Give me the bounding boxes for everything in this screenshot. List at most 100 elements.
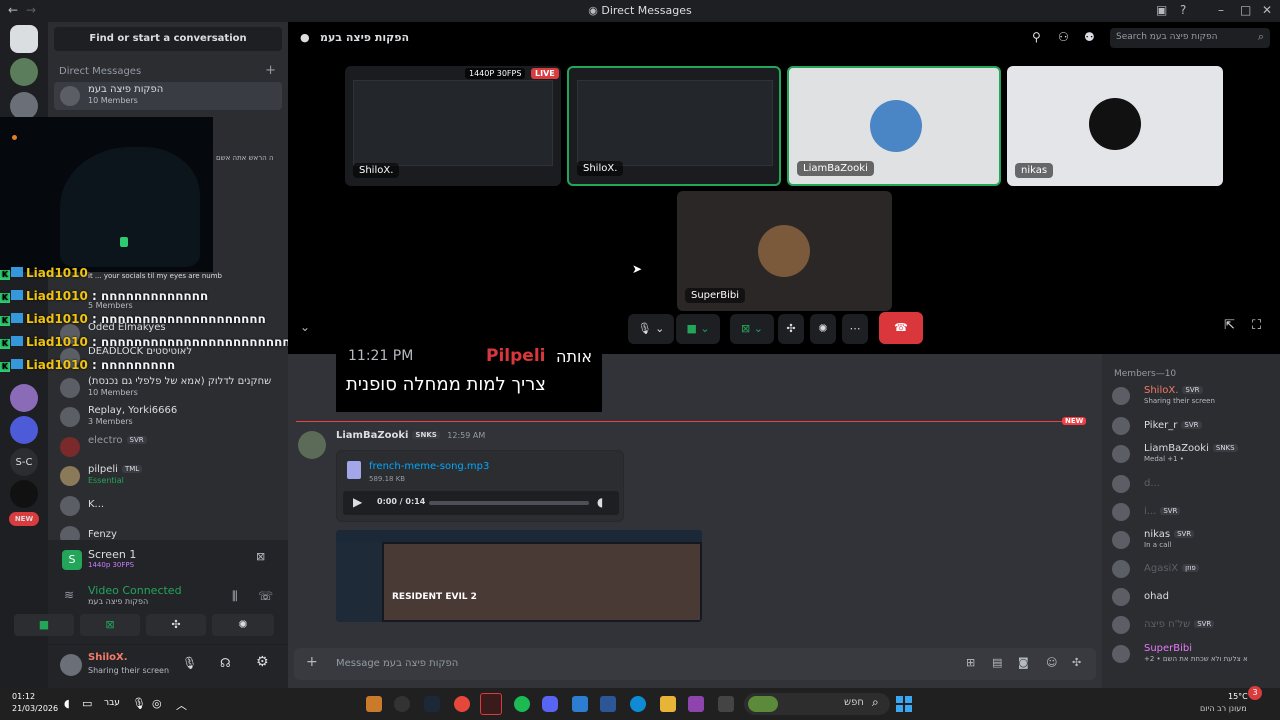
- guild-icon[interactable]: [10, 480, 38, 508]
- sticker-icon[interactable]: ◙: [1018, 656, 1029, 669]
- edge-icon[interactable]: [630, 696, 646, 712]
- clock-date[interactable]: 21/03/2026: [12, 704, 58, 713]
- chrome-icon[interactable]: [454, 696, 470, 712]
- message-author[interactable]: LiamBaZooki: [336, 430, 408, 441]
- member-item[interactable]: LiamBaZooki SNKS Medal +1 •: [1112, 442, 1277, 466]
- find-conversation-button[interactable]: Find or start a conversation: [54, 27, 282, 51]
- emoji-icon[interactable]: ☺: [1046, 656, 1057, 669]
- settings-gear-icon[interactable]: ⚙: [256, 654, 269, 670]
- member-item[interactable]: Piker_r SVR: [1112, 414, 1277, 438]
- user-tile[interactable]: nikas: [1007, 66, 1223, 186]
- play-icon[interactable]: ▶: [353, 495, 362, 509]
- mic-tray-icon[interactable]: 🎙: [132, 697, 146, 710]
- spotify-icon[interactable]: [514, 696, 530, 712]
- pin-icon[interactable]: ⚲: [1032, 30, 1041, 44]
- message-composer[interactable]: + Message הפקות פיצה בעמ ⊞ ▤ ◙ ☺ ✣: [294, 648, 1096, 680]
- guild-icon[interactable]: [10, 384, 38, 412]
- dm-item[interactable]: Fenzy: [54, 522, 282, 540]
- opera-icon[interactable]: [480, 693, 502, 715]
- dm-item[interactable]: Replay, Yorki6666 3 Members: [54, 403, 282, 431]
- guild-icon[interactable]: S-C: [10, 448, 38, 476]
- member-item[interactable]: של'ח פיצה SVR: [1112, 613, 1277, 637]
- embed-image[interactable]: RESIDENT EVIL 2: [336, 530, 702, 622]
- member-list-icon[interactable]: ⚉: [1084, 30, 1095, 44]
- app-icon[interactable]: [394, 696, 410, 712]
- start-icon[interactable]: [896, 696, 912, 712]
- camera-button[interactable]: ■: [14, 614, 74, 636]
- avatar[interactable]: [60, 654, 82, 676]
- dm-item[interactable]: pilpeli TML Essential: [54, 462, 282, 490]
- screenshare-toggle[interactable]: ⊠ ⌄: [730, 314, 774, 344]
- member-item[interactable]: d...: [1112, 472, 1277, 496]
- minimize-icon[interactable]: –: [1218, 3, 1224, 17]
- tray-icon[interactable]: ◎: [152, 697, 162, 710]
- share-screen-button[interactable]: ⊠: [80, 614, 140, 636]
- clock-time[interactable]: 01:12: [12, 692, 35, 701]
- collapse-icon[interactable]: ⌄: [300, 320, 310, 334]
- app-icon[interactable]: [600, 696, 616, 712]
- maximize-icon[interactable]: □: [1240, 3, 1251, 17]
- file-name[interactable]: french-meme-song.mp3: [369, 461, 489, 472]
- soundboard-icon[interactable]: ✺: [810, 314, 836, 344]
- user-tile[interactable]: LiamBaZooki: [787, 66, 1001, 186]
- camera-toggle[interactable]: ■ ⌄: [676, 314, 720, 344]
- stream-tile[interactable]: 1440P 30FPS LIVE ShiloX.: [345, 66, 561, 186]
- app-icon[interactable]: [688, 696, 704, 712]
- inbox-icon[interactable]: ▣: [1156, 3, 1167, 17]
- taskbar-search[interactable]: חפש ⌕: [744, 693, 890, 715]
- file-explorer-icon[interactable]: [660, 696, 676, 712]
- guild-icon[interactable]: [10, 92, 38, 120]
- popout-icon[interactable]: ⇱: [1224, 318, 1235, 333]
- add-friend-icon[interactable]: ⚇: [1058, 30, 1069, 44]
- member-item[interactable]: ohad: [1112, 585, 1277, 609]
- language-indicator[interactable]: עבר: [104, 698, 120, 708]
- network-icon[interactable]: ▭: [82, 697, 92, 710]
- stop-stream-icon[interactable]: ⊠: [256, 550, 265, 563]
- steam-icon[interactable]: [424, 696, 440, 712]
- member-item[interactable]: AgasiX פוזן: [1112, 557, 1277, 581]
- app-icon[interactable]: [718, 696, 734, 712]
- app-icon[interactable]: [366, 696, 382, 712]
- mic-toggle[interactable]: 🎙 ⌄: [628, 314, 674, 344]
- headset-icon[interactable]: ☊: [220, 656, 231, 670]
- member-item[interactable]: ShiloX. SVR Sharing their screen: [1112, 384, 1277, 408]
- volume-tray-icon[interactable]: ◖: [64, 697, 70, 710]
- attach-plus-icon[interactable]: +: [306, 654, 318, 670]
- app-icon[interactable]: [572, 696, 588, 712]
- gift-icon[interactable]: ⊞: [966, 656, 975, 669]
- notification-badge[interactable]: 3: [1248, 686, 1262, 700]
- message-image[interactable]: 11:21 PM Pilpeli אותה צריך למות ממחלה סו…: [336, 346, 602, 412]
- soundboard-button[interactable]: ✺: [212, 614, 274, 636]
- avatar[interactable]: [298, 431, 326, 459]
- guild-icon[interactable]: [10, 58, 38, 86]
- guild-icon[interactable]: [10, 416, 38, 444]
- member-item[interactable]: nikas SVR In a call: [1112, 528, 1277, 552]
- dm-item[interactable]: K...: [54, 492, 282, 520]
- activities-icon[interactable]: ✣: [778, 314, 804, 344]
- activities-button[interactable]: ✣: [146, 614, 206, 636]
- disconnect-icon[interactable]: ☏: [258, 589, 273, 603]
- noise-icon[interactable]: ⫼: [232, 589, 238, 604]
- weather-temp[interactable]: 15°C: [1228, 692, 1248, 701]
- leave-call-button[interactable]: ☎: [879, 312, 923, 344]
- close-icon[interactable]: ✕: [1262, 3, 1272, 17]
- discord-icon[interactable]: [542, 696, 558, 712]
- stream-tile[interactable]: ShiloX.: [567, 66, 781, 186]
- home-icon[interactable]: [10, 25, 38, 53]
- gif-icon[interactable]: ▤: [992, 656, 1002, 669]
- apps-icon[interactable]: ✣: [1072, 656, 1081, 669]
- add-dm-icon[interactable]: +: [265, 63, 276, 78]
- audio-progress-track[interactable]: [429, 501, 589, 505]
- member-item[interactable]: SuperBibi +2 • א צלעת ולא שכחת את השם: [1112, 642, 1277, 666]
- fullscreen-icon[interactable]: ⛶: [1252, 318, 1261, 333]
- member-item[interactable]: i... SVR: [1112, 500, 1277, 524]
- user-tile[interactable]: SuperBibi: [677, 191, 892, 311]
- tray-chevron-icon[interactable]: ︿: [176, 697, 187, 713]
- voice-channel[interactable]: הפקות פיצה בעמ: [88, 597, 148, 606]
- dm-item[interactable]: electro SVR: [54, 433, 282, 461]
- help-icon[interactable]: ?: [1180, 3, 1186, 17]
- mic-icon[interactable]: 🎙: [182, 656, 197, 670]
- more-options-icon[interactable]: ⋯: [842, 314, 868, 344]
- dm-item[interactable]: הפקות פיצה בעמ 10 Members: [54, 82, 282, 110]
- dm-item[interactable]: שחקנים לדלוק (אמא של פלפלי גם נכנסת) 10 …: [54, 374, 282, 402]
